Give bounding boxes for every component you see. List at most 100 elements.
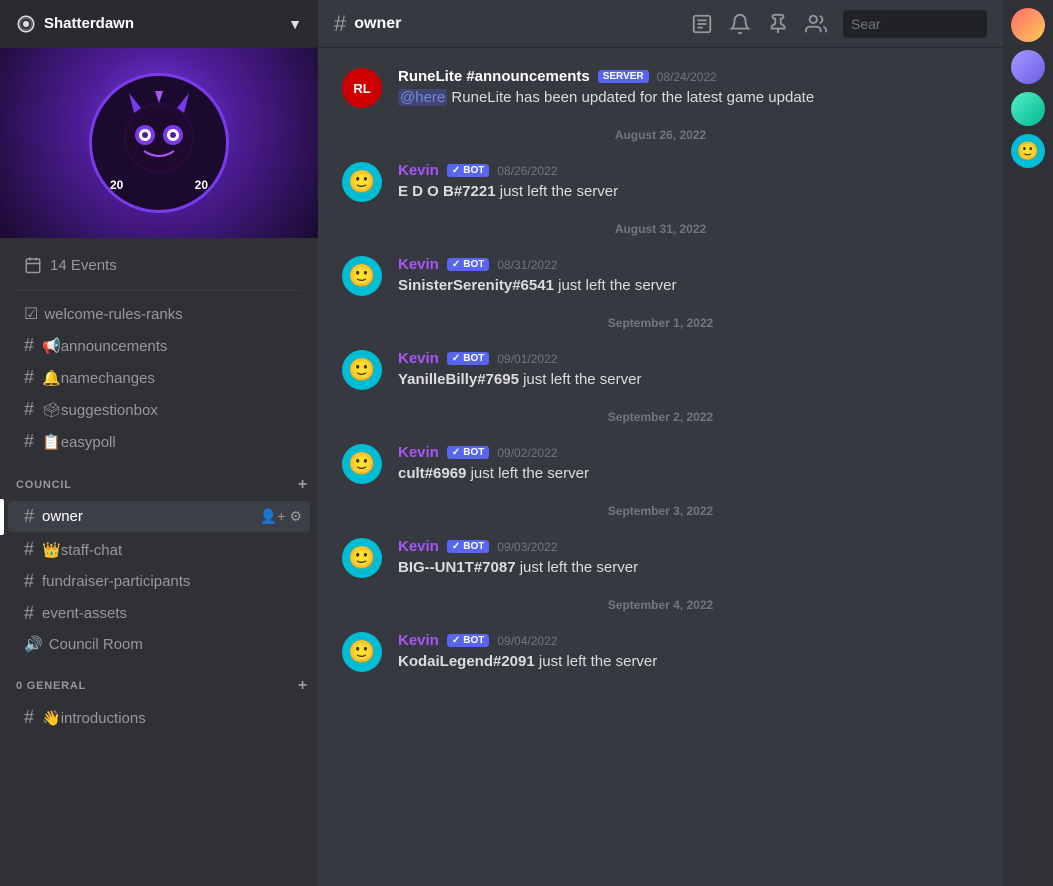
hash-icon: # — [24, 603, 34, 624]
add-member-icon[interactable]: 👤+ — [260, 508, 286, 525]
channel-hash-icon: # — [334, 11, 346, 37]
messages-area[interactable]: RL RuneLite #announcements SERVER 08/24/… — [318, 48, 1003, 886]
avatar-kevin: 🙂 — [342, 350, 382, 390]
divider-text: September 3, 2022 — [608, 504, 713, 518]
add-channel-icon-general[interactable]: + — [296, 675, 310, 697]
member-avatar-1[interactable] — [1011, 8, 1045, 42]
message-content: Kevin ✓BOT 08/31/2022 SinisterSerenity#6… — [398, 256, 979, 296]
message-author: Kevin — [398, 632, 439, 649]
category-council-label: COUNCIL — [16, 479, 72, 491]
channel-label: 🔔namechanges — [42, 369, 155, 387]
channel-left: # event-assets — [24, 603, 127, 624]
message-timestamp: 08/24/2022 — [657, 70, 717, 84]
divider-line — [714, 229, 979, 230]
channel-actions: 👤+ ⚙ — [260, 508, 302, 525]
settings-icon[interactable]: ⚙ — [289, 508, 302, 525]
channel-left: # 👑staff-chat — [24, 539, 122, 560]
events-item[interactable]: 14 Events — [8, 248, 310, 282]
message-content: Kevin ✓BOT 08/26/2022 E D O B#7221 just … — [398, 162, 979, 202]
bot-badge: ✓BOT — [447, 446, 490, 459]
member-avatar-2[interactable] — [1011, 50, 1045, 84]
notification-icon[interactable] — [729, 13, 751, 35]
channel-left: 🔊 Council Room — [24, 635, 143, 653]
channel-item-eventassets[interactable]: # event-assets — [8, 598, 310, 629]
message-timestamp: 09/01/2022 — [497, 352, 557, 366]
action-text: just left the server — [500, 183, 618, 200]
member-avatar-3[interactable] — [1011, 92, 1045, 126]
year-badge-right: 20 — [195, 178, 208, 192]
category-council[interactable]: COUNCIL + — [0, 458, 318, 500]
date-divider-aug31: August 31, 2022 — [342, 222, 979, 236]
channel-left: # 👋introductions — [24, 707, 146, 728]
channel-item-staffchat[interactable]: # 👑staff-chat — [8, 534, 310, 565]
hash-icon: # — [24, 539, 34, 560]
message-author: Kevin — [398, 350, 439, 367]
bot-badge: ✓BOT — [447, 540, 490, 553]
action-text: just left the server — [520, 559, 638, 576]
channel-item-fundraiser[interactable]: # fundraiser-participants — [8, 566, 310, 597]
channel-left: # 🗳suggestionbox — [24, 399, 158, 420]
channel-item-suggestionbox[interactable]: # 🗳suggestionbox — [8, 394, 310, 425]
divider-text: September 4, 2022 — [608, 598, 713, 612]
action-text: just left the server — [558, 277, 676, 294]
voice-icon: 🔊 — [24, 635, 43, 653]
channel-item-welcome[interactable]: ☑ welcome-rules-ranks — [8, 299, 310, 329]
settings-icon — [16, 14, 36, 34]
username: KodaiLegend#2091 — [398, 653, 535, 670]
hash-icon: # — [24, 571, 34, 592]
add-channel-icon[interactable]: + — [296, 474, 310, 496]
here-mention: @here — [398, 89, 447, 106]
divider-line — [342, 511, 600, 512]
date-divider-sep3: September 3, 2022 — [342, 504, 979, 518]
channel-item-namechanges[interactable]: # 🔔namechanges — [8, 362, 310, 393]
message-text: SinisterSerenity#6541 just left the serv… — [398, 275, 979, 296]
channel-item-announcements[interactable]: # 📢announcements — [8, 330, 310, 361]
message-text: E D O B#7221 just left the server — [398, 181, 979, 202]
bot-badge: ✓BOT — [447, 258, 490, 271]
divider-line — [342, 323, 600, 324]
channel-header-name: owner — [354, 15, 401, 33]
message-text: @here RuneLite has been updated for the … — [398, 87, 979, 108]
action-text: just left the server — [471, 465, 589, 482]
message-content: RuneLite #announcements SERVER 08/24/202… — [398, 68, 979, 108]
channel-item-councilroom[interactable]: 🔊 Council Room — [8, 630, 310, 658]
hash-icon: # — [24, 367, 34, 388]
message-timestamp: 09/03/2022 — [497, 540, 557, 554]
divider-text: September 1, 2022 — [608, 316, 713, 330]
avatar-kevin: 🙂 — [342, 632, 382, 672]
divider-line — [342, 417, 600, 418]
message-header: RuneLite #announcements SERVER 08/24/202… — [398, 68, 979, 85]
avatar-kevin: 🙂 — [342, 538, 382, 578]
message-kevin-1: 🙂 Kevin ✓BOT 08/26/2022 E D O B#7221 jus… — [318, 158, 1003, 206]
channel-left: # 📢announcements — [24, 335, 167, 356]
category-general[interactable]: 0 GENERAL + — [0, 659, 318, 701]
active-indicator — [0, 499, 4, 535]
channel-item-owner[interactable]: # owner 👤+ ⚙ — [8, 501, 310, 532]
rules-icon: ☑ — [24, 304, 38, 324]
server-header[interactable]: Shatterdawn ▼ — [0, 0, 318, 48]
year-badge-left: 20 — [110, 178, 123, 192]
channel-header-left: # owner — [334, 11, 401, 37]
threads-icon[interactable] — [691, 13, 713, 35]
channel-owner-wrapper: # owner 👤+ ⚙ — [0, 500, 318, 533]
action-text: just left the server — [539, 653, 657, 670]
channel-item-introductions[interactable]: # 👋introductions — [8, 702, 310, 733]
message-runelite: RL RuneLite #announcements SERVER 08/24/… — [318, 64, 1003, 112]
message-kevin-6: 🙂 Kevin ✓BOT 09/04/2022 KodaiLegend#2091… — [318, 628, 1003, 676]
channel-label: 📢announcements — [42, 337, 167, 355]
message-text: cult#6969 just left the server — [398, 463, 979, 484]
divider-line — [721, 417, 979, 418]
channel-left: # 🔔namechanges — [24, 367, 155, 388]
channel-item-easypoll[interactable]: # 📋easypoll — [8, 426, 310, 457]
pin-icon[interactable] — [767, 13, 789, 35]
members-icon[interactable] — [805, 13, 827, 35]
message-text: BIG--UN1T#7087 just left the server — [398, 557, 979, 578]
message-kevin-3: 🙂 Kevin ✓BOT 09/01/2022 YanilleBilly#769… — [318, 346, 1003, 394]
message-timestamp: 09/02/2022 — [497, 446, 557, 460]
message-content: Kevin ✓BOT 09/03/2022 BIG--UN1T#7087 jus… — [398, 538, 979, 578]
search-box[interactable]: Sear — [843, 10, 987, 38]
member-avatar-4[interactable]: 🙂 — [1011, 134, 1045, 168]
divider-line — [721, 605, 979, 606]
sidebar-content: 14 Events ☑ welcome-rules-ranks # 📢annou… — [0, 238, 318, 886]
channel-label: Council Room — [49, 636, 143, 653]
